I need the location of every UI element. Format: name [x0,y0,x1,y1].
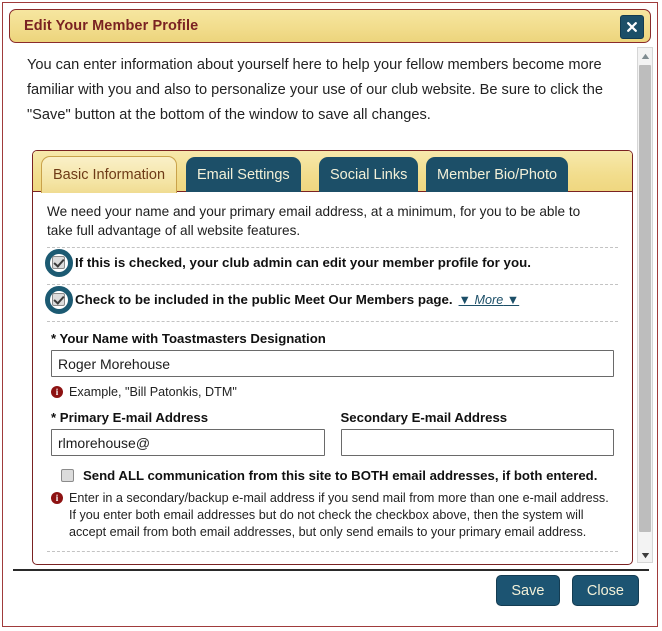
secondary-email-column: Secondary E-mail Address [340,401,614,456]
admin-edit-label: If this is checked, your club admin can … [75,255,531,270]
secondary-email-label: Secondary E-mail Address [340,410,508,425]
dialog-close-button[interactable] [620,15,644,39]
dialog-intro-text: You can enter information about yourself… [27,57,603,123]
email-hint-text: Enter in a secondary/backup e-mail addre… [69,491,609,539]
triangle-down-icon [641,546,650,564]
meet-members-checkbox[interactable] [52,293,65,306]
meet-members-label: Check to be included in the public Meet … [75,292,453,307]
dialog-footer: Save Close [3,575,657,625]
edit-member-profile-dialog: Edit Your Member Profile You can enter i… [2,2,658,627]
more-link-prefix-icon: ▼ [458,292,475,307]
both-emails-label: Send ALL communication from this site to… [83,468,598,483]
close-button[interactable]: Close [571,575,639,606]
primary-email-column: * Primary E-mail Address [51,401,325,456]
dialog-title: Edit Your Member Profile [24,18,199,34]
tab-label: Social Links [330,166,408,183]
name-input[interactable] [51,350,614,377]
panel-intro-text: We need your name and your primary email… [47,204,581,238]
secondary-email-input[interactable] [340,429,614,456]
meet-members-row: Check to be included in the public Meet … [45,285,618,314]
scrollbar-thumb[interactable] [639,65,651,532]
tab-label: Basic Information [53,167,166,183]
dialog-scrollbar[interactable] [637,47,653,563]
both-emails-row: Send ALL communication from this site to… [51,468,614,483]
primary-email-input[interactable] [51,429,325,456]
tab-label: Member Bio/Photo [437,166,558,183]
tab-member-bio-photo[interactable]: Member Bio/Photo [426,157,569,192]
dialog-titlebar: Edit Your Member Profile [9,9,651,43]
email-hint: i Enter in a secondary/backup e-mail add… [51,490,614,541]
primary-email-label: * Primary E-mail Address [51,410,209,425]
info-icon: i [51,492,63,504]
admin-edit-row: If this is checked, your club admin can … [45,248,618,277]
close-x-icon [626,21,638,33]
basic-information-panel: We need your name and your primary email… [33,192,632,564]
more-link-text: More [474,292,504,307]
more-link[interactable]: ▼ More ▼ [459,293,520,307]
divider [47,551,618,552]
email-row: * Primary E-mail Address Secondary E-mai… [51,401,614,456]
profile-tab-container: Basic Information Email Settings Social … [32,150,633,565]
scrollbar-up-button[interactable] [638,48,652,63]
divider [47,321,618,322]
save-button[interactable]: Save [495,575,560,606]
admin-edit-checkbox[interactable] [52,256,65,269]
name-hint-text: Example, "Bill Patonkis, DTM" [69,385,237,399]
name-field-label: * Your Name with Toastmasters Designatio… [51,331,326,346]
tab-strip: Basic Information Email Settings Social … [33,151,632,193]
footer-divider [13,569,649,571]
triangle-up-icon [641,47,650,65]
tab-label: Email Settings [197,166,290,183]
tab-email-settings[interactable]: Email Settings [186,157,301,192]
name-hint: i Example, "Bill Patonkis, DTM" [51,384,614,401]
dialog-body: You can enter information about yourself… [6,45,656,565]
tab-social-links[interactable]: Social Links [319,157,419,192]
name-field-wrapper [51,350,614,377]
info-icon: i [51,386,63,398]
more-link-suffix-icon: ▼ [503,292,520,307]
tab-basic-information[interactable]: Basic Information [41,156,178,193]
both-emails-checkbox[interactable] [61,469,74,482]
scrollbar-down-button[interactable] [638,547,652,562]
